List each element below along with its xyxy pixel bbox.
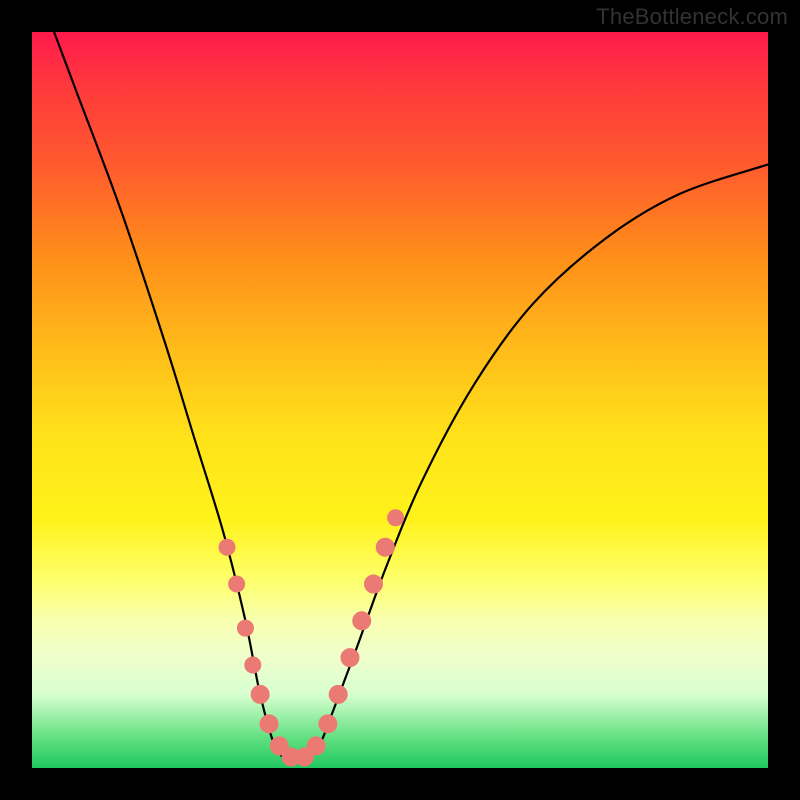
bead-marker [307,737,325,755]
bead-marker [219,539,235,555]
bead-marker [245,657,261,673]
bead-marker [376,538,394,556]
bead-marker [388,510,404,526]
chart-svg [32,32,768,768]
bead-markers [219,510,404,766]
bead-marker [341,649,359,667]
bead-marker [353,612,371,630]
bead-marker [251,685,269,703]
plot-area [32,32,768,768]
bead-marker [319,715,337,733]
bead-marker [329,685,347,703]
bead-marker [260,715,278,733]
bead-marker [237,620,253,636]
bead-marker [365,575,383,593]
bead-marker [229,576,245,592]
watermark-text: TheBottleneck.com [596,4,788,30]
bottleneck-curve [32,32,768,762]
outer-frame: TheBottleneck.com [0,0,800,800]
